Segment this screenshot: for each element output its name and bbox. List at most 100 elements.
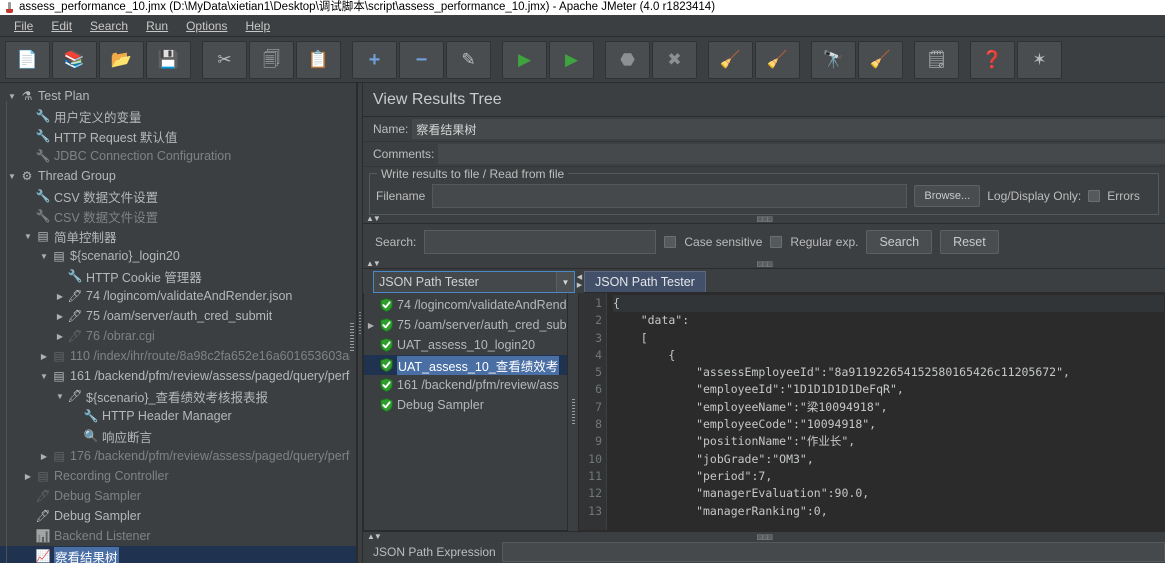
test-plan-tree[interactable]: ▼ ⚗ Test Plan 🔧 用户定义的变量 🔧 HTTP Request 默认值 🔧 JDB… [0,83,357,563]
expander-arrows-icon[interactable]: ▲▼ [366,260,381,268]
open-button[interactable]: 📂 [99,40,144,79]
tree-node[interactable]: ▶ 🖊 74 /logincom/validateAndRender.json [0,286,356,306]
tree-node[interactable]: ▼ 🖊 ${scenario}_查看绩效考核报表报 [0,386,356,406]
menu-help[interactable]: Help [237,17,278,35]
browse-button[interactable]: Browse... [914,185,981,207]
result-list-item[interactable]: Debug Sampler [364,395,567,415]
sampler-results-list[interactable]: 74 /logincom/validateAndRender.json ▶ 75 /… [363,293,568,531]
expand-all-button[interactable]: + [352,40,397,79]
result-list-item[interactable]: 161 /backend/pfm/review/ass [364,375,567,395]
tree-node[interactable]: 📊 Backend Listener [0,526,356,546]
expander-arrows-icon[interactable]: ▲▼ [367,532,382,541]
tree-node[interactable]: 🔧 HTTP Cookie 管理器 [0,266,356,286]
chevron-down-icon[interactable]: ▼ [22,232,34,241]
comments-input[interactable] [438,144,1165,164]
search-input[interactable] [424,230,657,254]
tree-node[interactable]: ▶ 🖊 75 /oam/server/auth_cred_submit [0,306,356,326]
json-code-text[interactable]: { "data": [ { "assessEmployeeId":"8a9119… [607,293,1164,530]
menu-file[interactable]: File [6,17,41,35]
name-input[interactable] [412,119,1165,139]
chevron-right-icon[interactable]: ▶ [38,352,50,361]
search-button[interactable]: 🔭 [811,40,856,79]
tree-node[interactable]: 🔧 HTTP Header Manager [0,406,356,426]
function-helper-button[interactable]: 🗒 [914,40,959,79]
chevron-right-icon[interactable]: ▶ [54,292,66,301]
cut-button[interactable]: ✂ [202,40,247,79]
case-sensitive-checkbox[interactable] [664,236,677,248]
tree-node[interactable]: ▶ 🖊 76 /obrar.cgi [0,326,356,346]
result-list-item[interactable]: 74 /logincom/validateAndRender.json [364,295,567,315]
reset-search-button[interactable]: 🧹 [858,40,903,79]
tree-node[interactable]: 🔧 CSV 数据文件设置 [0,206,356,226]
line-number: 13 [588,503,602,518]
tree-node[interactable]: ▶ ▤ Recording Controller [0,466,356,486]
chevron-left-icon[interactable]: ◀ [577,274,582,281]
top-split-expander[interactable]: ▲▼ ▨▨▨ [363,215,1165,224]
tree-node[interactable]: 🔍 响应断言 [0,426,356,446]
filename-input[interactable] [432,184,908,208]
jsonpath-expression-input[interactable] [501,542,1165,562]
save-button[interactable]: 💾 [146,40,191,79]
tree-node[interactable]: ▶ ▤ 110 /index/ihr/route/8a98c2fa652e16a60… [0,346,356,366]
tree-node[interactable]: ▼ ▤ 简单控制器 [0,226,356,246]
expander-arrows-icon[interactable]: ▲▼ [366,215,381,223]
result-list-item[interactable]: UAT_assess_10_查看绩效考 [364,355,567,375]
tree-node[interactable]: 🔧 HTTP Request 默认值 [0,126,356,146]
bottom-split-expander[interactable]: ▲▼ ▨▨▨ [363,531,1165,541]
shutdown-button[interactable]: ✖ [652,40,697,79]
start-no-pauses-button[interactable]: ▶ [549,40,594,79]
reset-button[interactable]: Reset [940,230,999,254]
tree-node[interactable]: 📈 察看结果树 [0,546,356,563]
chevron-right-icon[interactable]: ▶ [54,332,66,341]
tree-node[interactable]: ▼ ▤ ${scenario}_login20 [0,246,356,266]
chevron-down-icon[interactable]: ▼ [556,272,574,292]
help-button[interactable]: ❓ [970,40,1015,79]
chevron-right-icon[interactable]: ▶ [54,312,66,321]
chevron-right-icon[interactable]: ▶ [38,452,50,461]
paste-button[interactable]: 📋 [296,40,341,79]
renderer-combobox[interactable]: JSON Path Tester ▼ [373,271,575,293]
menu-edit[interactable]: Edit [43,17,80,35]
tree-node[interactable]: 🔧 CSV 数据文件设置 [0,186,356,206]
tree-scroll-grip[interactable] [350,323,354,353]
chevron-down-icon[interactable]: ▼ [38,252,50,261]
copy-button[interactable]: 🗐 [249,40,294,79]
menu-search[interactable]: Search [82,17,136,35]
chevron-down-icon[interactable]: ▼ [54,392,66,401]
tree-node[interactable]: ▼ ⚗ Test Plan [0,86,356,106]
mid-split-expander[interactable]: ▲▼ ▨▨▨ [363,260,1165,269]
tree-node[interactable]: ▼ ▤ 161 /backend/pfm/review/assess/paged/q… [0,366,356,386]
chevron-right-icon[interactable]: ▶ [364,321,378,330]
start-button[interactable]: ▶ [502,40,547,79]
tree-node[interactable]: 🔧 JDBC Connection Configuration [0,146,356,166]
chevron-right-icon[interactable]: ▶ [577,282,582,289]
chevron-down-icon[interactable]: ▼ [6,92,18,101]
chevron-down-icon[interactable]: ▼ [6,172,18,181]
menu-options[interactable]: Options [178,17,235,35]
json-code-view[interactable]: 1 2 3 4 5 6 7 8 9 10 11 12 13 { "data": [ { "assessE… [579,293,1164,530]
stop-button[interactable]: ⬣ [605,40,650,79]
results-viewer-splitter[interactable] [568,293,578,531]
result-list-item[interactable]: ▶ 75 /oam/server/auth_cred_submit [364,315,567,335]
new-test-plan-button[interactable]: 📄 [5,40,50,79]
undo-redo-button[interactable]: ✶ [1017,40,1062,79]
tree-node[interactable]: 🖊 Debug Sampler [0,506,356,526]
chevron-down-icon[interactable]: ▼ [38,372,50,381]
clear-all-button[interactable]: 🧹 [755,40,800,79]
templates-button[interactable]: 📚 [52,40,97,79]
result-list-item[interactable]: UAT_assess_10_login20 [364,335,567,355]
regular-exp-checkbox[interactable] [770,236,783,248]
tab-json-path-tester[interactable]: JSON Path Tester [584,271,706,292]
menu-run[interactable]: Run [138,17,176,35]
tree-node[interactable]: ▶ ▤ 176 /backend/pfm/review/assess/paged/q… [0,446,356,466]
toggle-button[interactable]: ✎ [446,40,491,79]
tree-node[interactable]: 🖊 Debug Sampler [0,486,356,506]
errors-checkbox[interactable] [1088,190,1101,202]
clear-button[interactable]: 🧹 [708,40,753,79]
combo-tabs-splitter[interactable]: ◀ ▶ [575,271,584,293]
collapse-all-button[interactable]: − [399,40,444,79]
tree-node[interactable]: 🔧 用户定义的变量 [0,106,356,126]
tree-node[interactable]: ▼ ⚙ Thread Group [0,166,356,186]
search-button[interactable]: Search [866,230,933,254]
chevron-right-icon[interactable]: ▶ [22,472,34,481]
